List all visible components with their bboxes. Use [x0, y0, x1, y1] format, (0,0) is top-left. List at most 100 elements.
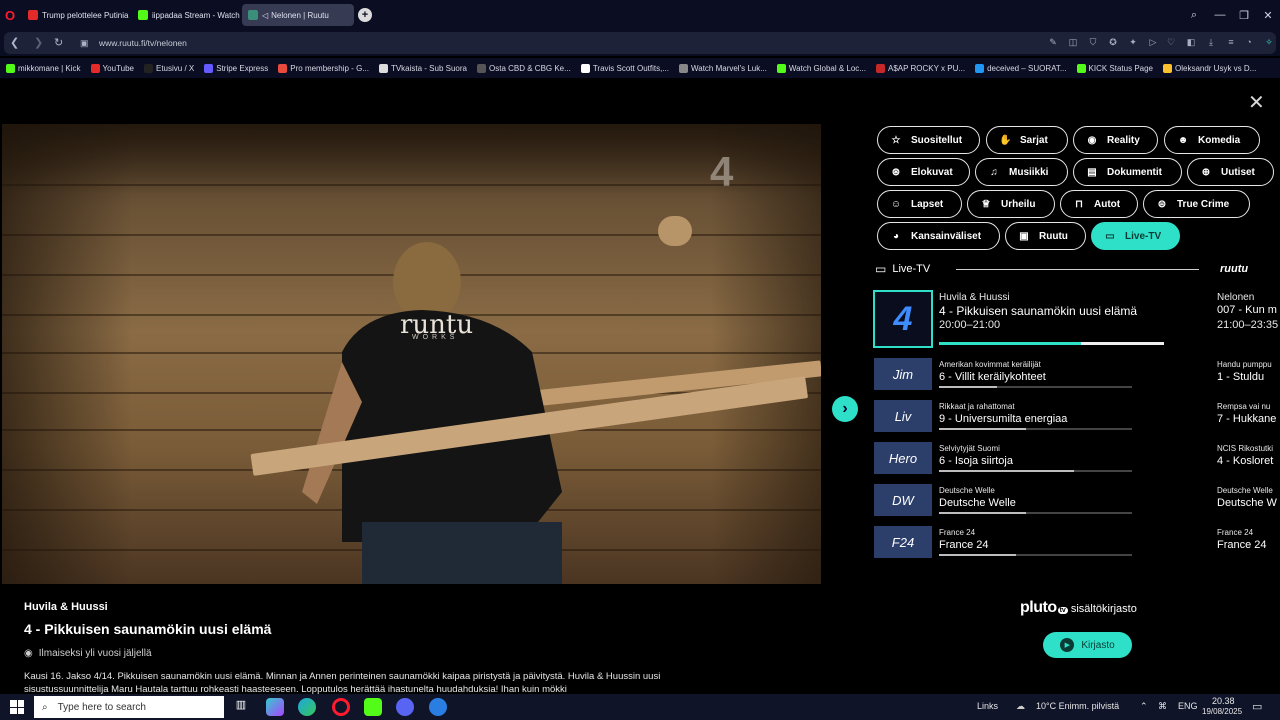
bookmark-item[interactable]: KICK Status Page — [1076, 63, 1153, 73]
opera-logo-icon[interactable]: O — [0, 0, 20, 30]
translate-icon[interactable]: ✦ — [1128, 37, 1138, 48]
bookmark-item[interactable]: Watch Global & Loc... — [776, 63, 866, 73]
profile-icon[interactable]: ◔ — [1244, 37, 1254, 48]
next-program-title[interactable]: France 24 — [1217, 539, 1267, 551]
channel-logo[interactable]: Hero — [874, 442, 932, 474]
extension-icon[interactable]: ✪ — [1108, 37, 1118, 48]
bookmark-item[interactable]: Etusivu / X — [143, 63, 194, 73]
forward-icon[interactable]: ❯ — [34, 36, 43, 49]
windows-start-icon[interactable] — [10, 700, 24, 714]
progress-bar — [939, 428, 1132, 430]
bookmark-item[interactable]: Stripe Express — [204, 63, 268, 73]
notifications-icon[interactable]: ▭ — [1252, 700, 1262, 713]
close-icon[interactable]: ✕ — [1248, 90, 1265, 115]
edge-icon[interactable] — [298, 698, 316, 716]
clock-date[interactable]: 19/08/2025 — [1202, 707, 1242, 716]
eye-icon: ◉ — [24, 648, 33, 659]
wallet-icon[interactable]: ◧ — [1186, 37, 1196, 48]
language-indicator[interactable]: ENG — [1178, 701, 1198, 711]
bookmark-item[interactable]: Oleksandr Usyk vs D... — [1163, 63, 1256, 73]
chip-sarjat[interactable]: ✋ Sarjat — [986, 126, 1068, 154]
bookmark-item[interactable]: TVkaista - Sub Suora — [378, 63, 467, 73]
next-program-title[interactable]: Deutsche W — [1217, 497, 1277, 509]
channel-logo[interactable]: F24 — [874, 526, 932, 558]
camera-icon[interactable]: ◫ — [1068, 37, 1078, 48]
chip-label: Dokumentit — [1107, 166, 1162, 178]
send-icon[interactable]: ▷ — [1148, 37, 1158, 48]
chip-dokumentit[interactable]: ▤ Dokumentit — [1073, 158, 1182, 186]
download-icon[interactable]: ⤓ — [1206, 37, 1216, 48]
chip-kansainvaliset[interactable]: ◕ Kansainväliset — [877, 222, 1000, 250]
opera-icon[interactable] — [332, 698, 350, 716]
bookmark-item[interactable]: YouTube — [90, 63, 134, 73]
weather-text[interactable]: 10°C Enimm. pilvistä — [1036, 701, 1119, 711]
bookmark-item[interactable]: Watch Marvel's Luk... — [678, 63, 767, 73]
bookmark-item[interactable]: Pro membership - G... — [278, 63, 369, 73]
video-player[interactable]: runtu WORKS 4 — [2, 124, 821, 584]
chevron-up-icon[interactable]: ⌃ — [1140, 701, 1148, 712]
chip-suositellut[interactable]: ☆ Suositellut — [877, 126, 980, 154]
program-title[interactable]: France 24 — [939, 539, 989, 551]
chip-uutiset[interactable]: ⊕ Uutiset — [1187, 158, 1274, 186]
network-icon[interactable]: ⌘ — [1158, 701, 1167, 712]
bookmark-label: Osta CBD & CBG Ke... — [489, 63, 571, 73]
bookmark-item[interactable]: Osta CBD & CBG Ke... — [477, 63, 571, 73]
channel-logo[interactable]: Liv — [874, 400, 932, 432]
chip-komedia[interactable]: ☻ Komedia — [1164, 126, 1260, 154]
widgets-icon[interactable] — [266, 698, 284, 716]
links-toolbar[interactable]: Links — [977, 701, 998, 711]
bookmark-item[interactable]: A$AP ROCKY x PU... — [875, 63, 965, 73]
chip-lapset[interactable]: ☺ Lapset — [877, 190, 962, 218]
channel-logo[interactable]: DW — [874, 484, 932, 516]
progress-fill — [939, 342, 1081, 345]
program-title[interactable]: 6 - Villit keräilykohteet — [939, 371, 1046, 383]
edit-icon[interactable]: ✎ — [1048, 37, 1058, 48]
next-program-title[interactable]: 1 - Stuldu — [1217, 371, 1264, 383]
chip-elokuvat[interactable]: ⊛ Elokuvat — [877, 158, 970, 186]
tab-2[interactable]: iippadaa Stream - Watch — [132, 4, 240, 26]
back-icon[interactable]: ❮ — [10, 36, 19, 49]
chip-label: Ruutu — [1039, 230, 1068, 242]
aria-icon[interactable]: ✧ — [1264, 37, 1274, 48]
program-title[interactable]: Deutsche Welle — [939, 497, 1016, 509]
close-window-button[interactable]: ✕ — [1254, 0, 1280, 30]
chevron-right-icon[interactable]: › — [832, 396, 858, 422]
channel-logo[interactable]: Jim — [874, 358, 932, 390]
chip-reality[interactable]: ◉ Reality — [1073, 126, 1158, 154]
task-view-icon[interactable]: ▥ — [232, 698, 250, 716]
program-title[interactable]: 6 - Isoja siirtoja — [939, 455, 1013, 467]
chip-live-tv[interactable]: ▭ Live-TV — [1091, 222, 1180, 250]
url-text[interactable]: www.ruutu.fi/tv/nelonen — [99, 38, 187, 48]
heart-icon[interactable]: ♡ — [1166, 37, 1176, 48]
chip-ruutu[interactable]: ▣ Ruutu — [1005, 222, 1086, 250]
bookmark-item[interactable]: Travis Scott Outfits,... — [580, 63, 669, 73]
chip-label: Autot — [1094, 198, 1121, 210]
menu-icon[interactable]: ≡ — [1226, 37, 1236, 48]
bookmark-item[interactable]: mikkomane | Kick — [6, 63, 81, 73]
chip-autot[interactable]: ⊓ Autot — [1060, 190, 1138, 218]
next-program-title[interactable]: 7 - Hukkane — [1217, 413, 1276, 425]
next-program-title[interactable]: 4 - Kosloret — [1217, 455, 1273, 467]
taskbar-search-input[interactable]: ⌕ Type here to search — [34, 696, 224, 718]
chip-urheilu[interactable]: ♕ Urheilu — [967, 190, 1055, 218]
program-title[interactable]: 9 - Universumilta energiaa — [939, 413, 1067, 425]
channel-logo[interactable]: 4 — [873, 290, 933, 348]
tab-3-active[interactable]: ◁ Nelonen | Ruutu — [242, 4, 354, 26]
reload-icon[interactable]: ↻ — [54, 36, 63, 49]
kick-app-icon[interactable] — [364, 698, 382, 716]
tab-1[interactable]: Trump pelottelee Putinia | — [22, 4, 130, 26]
shield-icon[interactable]: ⛉ — [1088, 37, 1098, 48]
bookmark-item[interactable]: deceived – SUORAT... — [975, 63, 1067, 73]
kirjasto-button[interactable]: ▶ Kirjasto — [1043, 632, 1132, 658]
discord-icon[interactable] — [396, 698, 414, 716]
site-icon — [975, 63, 985, 73]
app-icon[interactable] — [429, 698, 447, 716]
search-tabs-icon[interactable]: ⌕ — [1180, 0, 1208, 30]
next-program-title[interactable]: 007 - Kun m — [1217, 304, 1277, 316]
new-tab-button[interactable]: + — [358, 8, 372, 22]
chip-musiikki[interactable]: ♫ Musiikki — [975, 158, 1068, 186]
chip-true-crime[interactable]: ⊜ True Crime — [1143, 190, 1250, 218]
clock-time[interactable]: 20.38 — [1212, 696, 1235, 706]
speaker-icon[interactable]: ◁ — [262, 11, 268, 20]
program-title[interactable]: 4 - Pikkuisen saunamökin uusi elämä — [939, 304, 1137, 318]
